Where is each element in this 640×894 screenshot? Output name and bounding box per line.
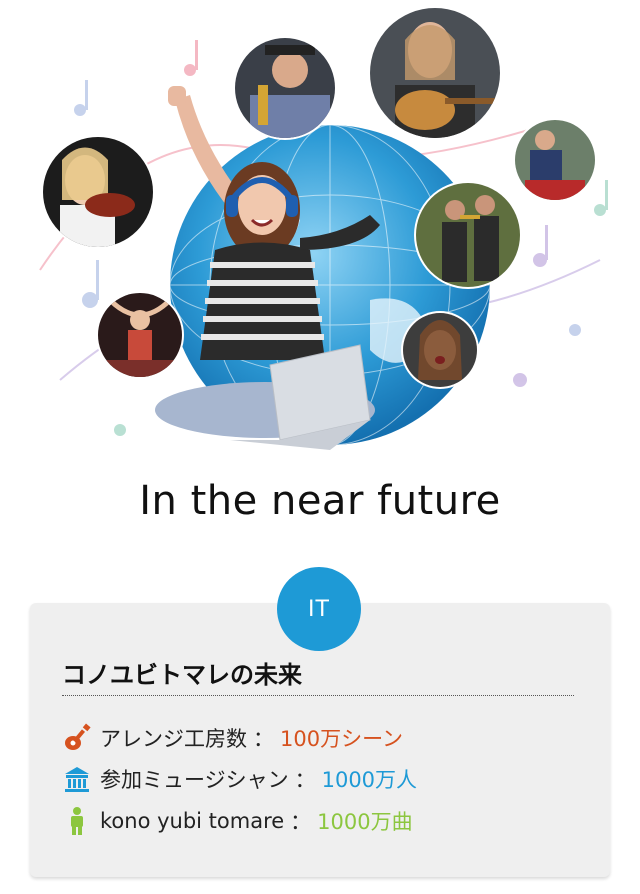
stat-separator: ：: [253, 727, 274, 751]
portrait-dancer: [96, 291, 184, 379]
it-badge: IT: [277, 567, 361, 651]
stat-label: kono yubi tomare: [100, 809, 285, 833]
stat-row-songs: kono yubi tomare ： 1000万曲: [62, 806, 413, 836]
portrait-violinist: [41, 135, 155, 249]
guitar-icon: [62, 723, 92, 753]
stat-row-musicians: 参加ミュージシャン ： 1000万人: [62, 764, 417, 794]
stat-label: 参加ミュージシャン: [100, 768, 289, 792]
headline: In the near future: [139, 478, 501, 524]
stat-separator: ：: [290, 810, 312, 834]
card-title: コノユビトマレの未来: [62, 661, 302, 689]
stat-label: アレンジ工房数: [100, 727, 247, 751]
portrait-guitarist: [368, 6, 502, 140]
stat-value: 1000万人: [321, 768, 418, 792]
building-icon: [62, 764, 92, 794]
stat-separator: ：: [294, 768, 316, 792]
stat-value: 100万シーン: [280, 727, 404, 751]
dotted-divider: [62, 695, 574, 696]
person-icon: [62, 806, 92, 836]
portrait-shamisen-player: [513, 118, 597, 202]
hero-illustration: [0, 0, 640, 470]
stat-value: 1000万曲: [317, 810, 413, 834]
portrait-trumpeters: [414, 181, 522, 289]
portrait-singing-woman: [401, 311, 479, 389]
stat-row-arrange: アレンジ工房数 ： 100万シーン: [62, 723, 403, 753]
